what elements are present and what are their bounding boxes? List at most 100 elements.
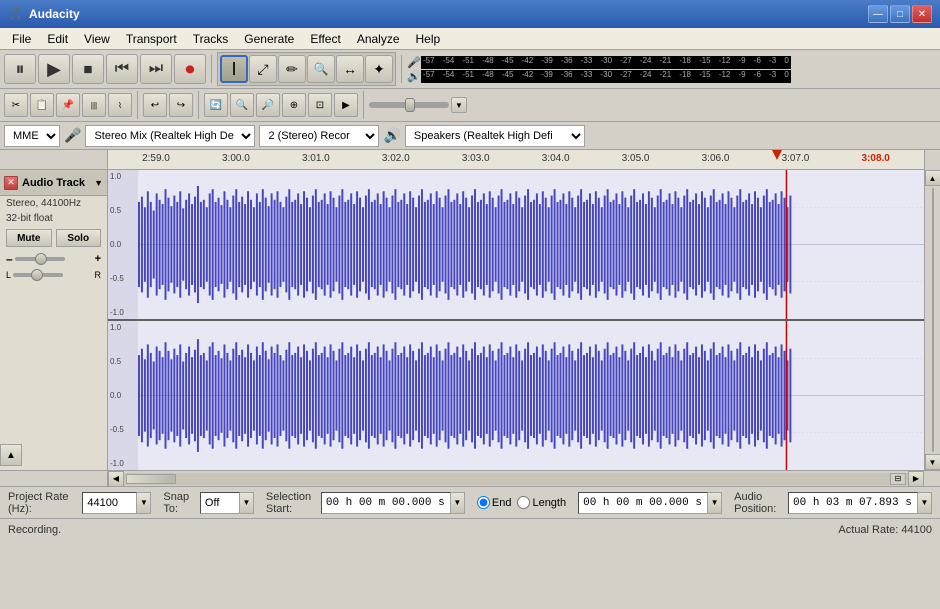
- waveform-channel-bottom[interactable]: 1.0 0.5 0.0 -0.5 -1.0: [108, 321, 924, 470]
- selection-start-value[interactable]: 00 h 00 m 00.000 s: [321, 492, 451, 514]
- sync-button[interactable]: 🔄: [204, 93, 228, 117]
- speed-dropdown-btn[interactable]: ▼: [451, 97, 467, 113]
- track-info-line1: Stereo, 44100Hz: [0, 196, 107, 211]
- selection-start-input[interactable]: 00 h 00 m 00.000 s ▼: [321, 492, 465, 514]
- track-name[interactable]: Audio Track: [22, 177, 90, 189]
- track-buttons: Mute Solo: [0, 226, 107, 250]
- draw-tool-button[interactable]: ✏: [278, 55, 306, 83]
- scroll-track-h[interactable]: ⊟: [124, 473, 908, 485]
- track-footer: ▲: [0, 282, 107, 470]
- track-dropdown-icon[interactable]: ▼: [94, 178, 103, 188]
- tool-group: I ⤢ ✏ 🔍 ↔ ✦: [217, 52, 396, 86]
- api-select[interactable]: MME: [4, 125, 60, 147]
- menu-tracks[interactable]: Tracks: [185, 30, 237, 48]
- zoom-out-btn[interactable]: 🔎: [256, 93, 280, 117]
- cut-button[interactable]: ✂: [4, 93, 28, 117]
- zoom-in-btn[interactable]: 🔍: [230, 93, 254, 117]
- scroll-thumb-h[interactable]: [126, 474, 176, 484]
- select-tool-button[interactable]: I: [220, 55, 248, 83]
- mute-button[interactable]: Mute: [6, 229, 52, 247]
- play-at-speed-btn[interactable]: ▶: [334, 93, 358, 117]
- audio-position-value[interactable]: 00 h 03 m 07.893 s: [788, 492, 918, 514]
- scroll-right-button[interactable]: ▶: [908, 471, 924, 487]
- end-time-dropdown-btn[interactable]: ▼: [708, 492, 722, 514]
- scroll-left-button[interactable]: ◀: [108, 471, 124, 487]
- time-mark-3: 3:01.0: [302, 153, 330, 164]
- speed-slider[interactable]: ▼: [369, 97, 467, 113]
- timeshift-tool-button[interactable]: ↔: [336, 55, 364, 83]
- output-device-select[interactable]: Speakers (Realtek High Defi: [405, 125, 585, 147]
- record-button[interactable]: ⏺: [174, 54, 206, 84]
- menu-edit[interactable]: Edit: [39, 30, 76, 48]
- zoom-h-button[interactable]: ⊟: [890, 473, 906, 485]
- input-meter[interactable]: -57-54-51-48-45-42-39-36-33-30-27-24-21-…: [421, 56, 791, 69]
- close-button[interactable]: ✕: [912, 5, 932, 23]
- scroll-thumb-vertical[interactable]: [932, 188, 934, 452]
- output-speaker-icon2: 🔊: [383, 127, 400, 144]
- input-device-select[interactable]: Stereo Mix (Realtek High De: [85, 125, 255, 147]
- waveform-channel-top[interactable]: 1.0 0.5 0.0 -0.5 -1.0: [108, 170, 924, 321]
- end-time-value[interactable]: 00 h 00 m 00.000 s: [578, 492, 708, 514]
- vertical-scrollbar[interactable]: ▲ ▼: [924, 170, 940, 470]
- undo-button[interactable]: ↩: [143, 93, 167, 117]
- end-radio[interactable]: [477, 496, 490, 509]
- snap-to-select[interactable]: Off ▼: [200, 492, 254, 514]
- snap-to-dropdown-btn[interactable]: ▼: [240, 492, 254, 514]
- zoom-sel-btn[interactable]: ⊕: [282, 93, 306, 117]
- paste-button[interactable]: 📌: [56, 93, 80, 117]
- multi-tool-button[interactable]: ✦: [365, 55, 393, 83]
- menu-help[interactable]: Help: [408, 30, 449, 48]
- end-time-input[interactable]: 00 h 00 m 00.000 s ▼: [578, 492, 722, 514]
- solo-button[interactable]: Solo: [56, 229, 102, 247]
- time-marks: 2:59.0 3:00.0 3:01.0 3:02.0 3:03.0 3:04.…: [108, 153, 924, 164]
- menu-view[interactable]: View: [76, 30, 118, 48]
- copy-button[interactable]: 📋: [30, 93, 54, 117]
- project-rate-select[interactable]: 44100 ▼: [82, 492, 151, 514]
- output-meter[interactable]: -57-54-51-48-45-42-39-36-33-30-27-24-21-…: [421, 70, 791, 83]
- length-radio[interactable]: [517, 496, 530, 509]
- zoom-fit-btn[interactable]: ⊡: [308, 93, 332, 117]
- snap-to-value[interactable]: Off: [200, 492, 240, 514]
- end-length-radio-group: End Length: [477, 496, 566, 509]
- input-channels-select[interactable]: 2 (Stereo) Recor: [259, 125, 379, 147]
- menu-analyze[interactable]: Analyze: [349, 30, 408, 48]
- silence-button[interactable]: ⌇: [108, 93, 132, 117]
- audio-position-dropdown-btn[interactable]: ▼: [918, 492, 932, 514]
- horizontal-scrollbar[interactable]: ◀ ⊟ ▶: [108, 471, 924, 486]
- pan-slider[interactable]: [13, 273, 92, 277]
- scroll-up-button[interactable]: ▲: [925, 170, 940, 186]
- menu-file[interactable]: File: [4, 30, 39, 48]
- device-toolbar: MME 🎤 Stereo Mix (Realtek High De 2 (Ste…: [0, 122, 940, 150]
- selection-start-dropdown-btn[interactable]: ▼: [451, 492, 465, 514]
- redo-button[interactable]: ↪: [169, 93, 193, 117]
- track-close-button[interactable]: ✕: [4, 176, 18, 190]
- hscroll-corner: [924, 471, 940, 486]
- audio-position-input[interactable]: 00 h 03 m 07.893 s ▼: [788, 492, 932, 514]
- main-editor: ✕ Audio Track ▼ Stereo, 44100Hz 32-bit f…: [0, 170, 940, 470]
- project-rate-value[interactable]: 44100: [82, 492, 137, 514]
- time-ruler-container: 2:59.0 3:00.0 3:01.0 3:02.0 3:03.0 3:04.…: [0, 150, 940, 170]
- envelope-tool-button[interactable]: ⤢: [249, 55, 277, 83]
- menubar: File Edit View Transport Tracks Generate…: [0, 28, 940, 50]
- trim-button[interactable]: |||: [82, 93, 106, 117]
- maximize-button[interactable]: □: [890, 5, 910, 23]
- separator5: [363, 91, 364, 119]
- menu-effect[interactable]: Effect: [302, 30, 348, 48]
- time-mark-2: 3:00.0: [222, 153, 250, 164]
- separator4: [198, 91, 199, 119]
- project-rate-dropdown-btn[interactable]: ▼: [137, 492, 151, 514]
- stop-button[interactable]: ⏹: [72, 54, 104, 84]
- toolbar-row2: ✂ 📋 📌 ||| ⌇ ↩ ↪ 🔄 🔍 🔎 ⊕ ⊡ ▶ ▼: [0, 88, 940, 121]
- menu-generate[interactable]: Generate: [236, 30, 302, 48]
- pause-button[interactable]: ⏸: [4, 54, 36, 84]
- skip-forward-button[interactable]: ⏭: [140, 54, 172, 84]
- audio-position-label: Audio Position:: [734, 491, 784, 515]
- minimize-button[interactable]: —: [868, 5, 888, 23]
- collapse-button[interactable]: ▲: [0, 444, 22, 466]
- play-button[interactable]: ▶: [38, 54, 70, 84]
- gain-slider[interactable]: [15, 257, 93, 261]
- scroll-down-button[interactable]: ▼: [925, 454, 940, 470]
- skip-back-button[interactable]: ⏮: [106, 54, 138, 84]
- menu-transport[interactable]: Transport: [118, 30, 185, 48]
- zoom-tool-button[interactable]: 🔍: [307, 55, 335, 83]
